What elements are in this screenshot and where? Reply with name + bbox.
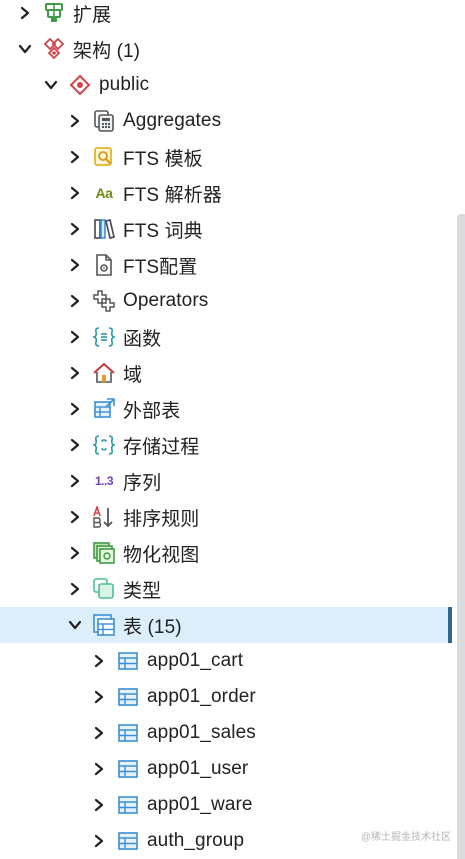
tree-item-types[interactable]: 类型 [0, 571, 452, 607]
chevron-right-icon[interactable] [89, 687, 109, 707]
sequence-icon: 1..3 [94, 474, 114, 488]
table-row[interactable]: app01_cart [0, 643, 452, 679]
table-icon [117, 758, 139, 780]
tree-item-label: 函数 [123, 328, 162, 350]
tree-item-label: auth_group [147, 830, 245, 851]
tree-item-label: 物化视图 [123, 544, 200, 566]
chevron-right-icon[interactable] [89, 759, 109, 779]
tree-item-label: app01_cart [147, 650, 244, 671]
tables-icon [93, 614, 115, 636]
tree-item-label: app01_order [147, 686, 256, 707]
chevron-right-icon[interactable] [89, 795, 109, 815]
chevron-right-icon[interactable] [89, 831, 109, 851]
tree-item-label: FTS 解析器 [123, 184, 222, 206]
tree-item-label: 外部表 [123, 400, 181, 422]
tree-item-sequences[interactable]: 1..3 序列 [0, 463, 452, 499]
fts-template-icon [93, 146, 115, 168]
tree-item-label: app01_user [147, 758, 249, 779]
chevron-right-icon[interactable] [65, 399, 85, 419]
tree-item-label: 域 [123, 364, 143, 386]
tree-item-label: FTS 模板 [123, 148, 203, 170]
tree-item-fts-parsers[interactable]: Aa FTS 解析器 [0, 175, 452, 211]
chevron-right-icon[interactable] [65, 507, 85, 527]
tree-item-functions[interactable]: 函数 [0, 319, 452, 355]
tree-item-schemas[interactable]: 架构 (1) [0, 31, 452, 67]
table-row[interactable]: app01_sales [0, 715, 452, 751]
tree-item-label: 存储过程 [123, 436, 200, 458]
materialized-view-icon [93, 542, 115, 564]
chevron-right-icon[interactable] [65, 111, 85, 131]
fts-parser-icon: Aa [95, 185, 113, 201]
tree-item-label: FTS 词典 [123, 220, 203, 242]
chevron-right-icon[interactable] [15, 3, 35, 23]
tree-item-domains[interactable]: 域 [0, 355, 452, 391]
tree-item-extensions[interactable]: 扩展 [0, 0, 452, 31]
tree-item-aggregates[interactable]: Aggregates [0, 103, 452, 139]
tree-item-label: public [99, 74, 150, 95]
tree-item-fts-configurations[interactable]: FTS配置 [0, 247, 452, 283]
tree-item-label: 扩展 [73, 4, 112, 26]
chevron-down-icon[interactable] [65, 615, 85, 635]
tree-item-label: FTS配置 [123, 256, 198, 278]
operator-icon [93, 290, 115, 312]
tree-item-label: Aggregates [123, 110, 222, 131]
type-icon [93, 578, 115, 600]
table-row[interactable]: app01_user [0, 751, 452, 787]
tree-item-public[interactable]: public [0, 67, 452, 103]
tree-item-operators[interactable]: Operators [0, 283, 452, 319]
table-row[interactable]: app01_order [0, 679, 452, 715]
chevron-right-icon[interactable] [65, 147, 85, 167]
chevron-right-icon[interactable] [65, 543, 85, 563]
table-icon [117, 686, 139, 708]
chevron-down-icon[interactable] [15, 39, 35, 59]
tree-item-procedures[interactable]: 存储过程 [0, 427, 452, 463]
fts-configuration-icon [93, 254, 115, 276]
chevron-right-icon[interactable] [65, 471, 85, 491]
tree-item-label: app01_ware [147, 794, 253, 815]
tree-item-fts-templates[interactable]: FTS 模板 [0, 139, 452, 175]
chevron-right-icon[interactable] [65, 435, 85, 455]
tree-item-fts-dictionaries[interactable]: FTS 词典 [0, 211, 452, 247]
chevron-right-icon[interactable] [89, 723, 109, 743]
table-icon [117, 794, 139, 816]
tree-item-label: 架构 (1) [73, 40, 141, 62]
tree-item-collations[interactable]: 排序规则 [0, 499, 452, 535]
extension-icon [43, 2, 65, 24]
tree-item-label: 序列 [123, 472, 162, 494]
tree-item-foreign-tables[interactable]: 外部表 [0, 391, 452, 427]
table-icon [117, 650, 139, 672]
chevron-right-icon[interactable] [65, 183, 85, 203]
table-icon [117, 722, 139, 744]
chevron-right-icon[interactable] [65, 219, 85, 239]
table-icon [117, 830, 139, 852]
chevron-right-icon[interactable] [89, 651, 109, 671]
schemas-icon [43, 38, 65, 60]
tree-item-materialized-views[interactable]: 物化视图 [0, 535, 452, 571]
table-row[interactable]: app01_ware [0, 787, 452, 823]
collation-icon [93, 506, 115, 528]
vertical-scrollbar[interactable] [457, 214, 465, 859]
tree-item-label: 类型 [123, 580, 162, 602]
tree-item-label: Operators [123, 290, 209, 311]
browser-tree: 扩展 架构 (1) public Aggregates FTS 模板 Aa FT… [0, 0, 452, 859]
function-icon [93, 326, 115, 348]
domain-icon [93, 362, 115, 384]
tree-item-label: 排序规则 [123, 508, 200, 530]
tree-item-label: 表 (15) [123, 616, 182, 638]
tree-item-label: app01_sales [147, 722, 256, 743]
chevron-right-icon[interactable] [65, 579, 85, 599]
fts-dictionary-icon [93, 218, 115, 240]
aggregate-icon [93, 110, 115, 132]
chevron-right-icon[interactable] [65, 363, 85, 383]
procedure-icon [93, 434, 115, 456]
chevron-right-icon[interactable] [65, 327, 85, 347]
chevron-right-icon[interactable] [65, 291, 85, 311]
schema-icon [69, 74, 91, 96]
watermark: @稀土掘金技术社区 [360, 832, 451, 843]
chevron-right-icon[interactable] [65, 255, 85, 275]
foreign-table-icon [93, 398, 115, 420]
tree-item-tables[interactable]: 表 (15) [0, 607, 452, 643]
chevron-down-icon[interactable] [41, 75, 61, 95]
